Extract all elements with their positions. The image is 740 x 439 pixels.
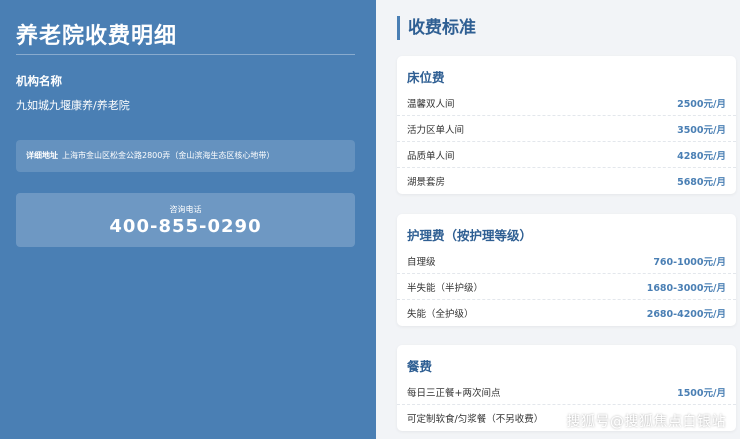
list-item: 活力区单人间 3500元/月 (397, 116, 736, 142)
list-item: 每日三正餐+两次间点 1500元/月 (397, 379, 736, 405)
card-title: 护理费（按护理等级） (407, 228, 533, 243)
item-name: 湖景套房 (407, 177, 446, 188)
list-item: 湖景套房 5680元/月 (397, 168, 736, 194)
address-box: 详细地址 上海市金山区松金公路2800弄（金山滨海生态区核心地带） (16, 140, 355, 172)
item-price: 760-1000元/月 (653, 256, 726, 268)
phone-box[interactable]: 咨询电话 400-855-0290 (16, 193, 355, 247)
card-title: 床位费 (407, 70, 445, 85)
fee-panel: 收费标准 床位费 温馨双人间 2500元/月 活力区单人间 3500元/月 品质… (376, 0, 740, 439)
divider (16, 54, 355, 55)
list-item: 温馨双人间 2500元/月 (397, 90, 736, 116)
item-price: 2500元/月 (677, 98, 726, 110)
item-name: 每日三正餐+两次间点 (407, 387, 501, 399)
address-value: 上海市金山区松金公路2800弄（金山滨海生态区核心地带） (62, 151, 275, 160)
list-item: 半失能（半护级） 1680-3000元/月 (397, 274, 736, 300)
item-price: 5680元/月 (677, 177, 726, 188)
item-price: 2680-4200元/月 (646, 309, 726, 320)
list-item: 失能（全护级） 2680-4200元/月 (397, 300, 736, 326)
watermark: 搜狐号@搜狐焦点白银站 (566, 414, 726, 430)
item-name: 活力区单人间 (407, 124, 465, 136)
info-panel: 养老院收费明细 机构名称 九如城九堰康养/养老院 详细地址 上海市金山区松金公路2… (0, 0, 376, 439)
list-item: 自理级 760-1000元/月 (397, 248, 736, 274)
item-name: 品质单人间 (407, 150, 455, 162)
item-name: 可定制软食/匀浆餐（不另收费） (407, 414, 544, 425)
item-name: 半失能（半护级） (407, 282, 484, 294)
section-title: 收费标准 (397, 16, 476, 40)
item-price: 4280元/月 (677, 150, 726, 162)
phone-number[interactable]: 400-855-0290 (16, 216, 355, 237)
bed-fee-card: 床位费 温馨双人间 2500元/月 活力区单人间 3500元/月 品质单人间 4… (397, 56, 736, 194)
list-item: 品质单人间 4280元/月 (397, 142, 736, 168)
phone-label: 咨询电话 (169, 205, 202, 214)
item-name: 自理级 (407, 256, 436, 268)
item-price: 1500元/月 (677, 387, 726, 399)
address-label: 详细地址 (26, 151, 58, 160)
item-name: 温馨双人间 (407, 98, 455, 110)
card-title: 餐费 (407, 359, 433, 374)
nursing-fee-card: 护理费（按护理等级） 自理级 760-1000元/月 半失能（半护级） 1680… (397, 214, 736, 326)
item-name: 失能（全护级） (407, 309, 474, 320)
page-title: 养老院收费明细 (16, 24, 178, 49)
item-price: 3500元/月 (677, 124, 726, 136)
item-price: 1680-3000元/月 (646, 282, 726, 294)
org-label: 机构名称 (16, 74, 62, 88)
org-name: 九如城九堰康养/养老院 (16, 99, 130, 112)
